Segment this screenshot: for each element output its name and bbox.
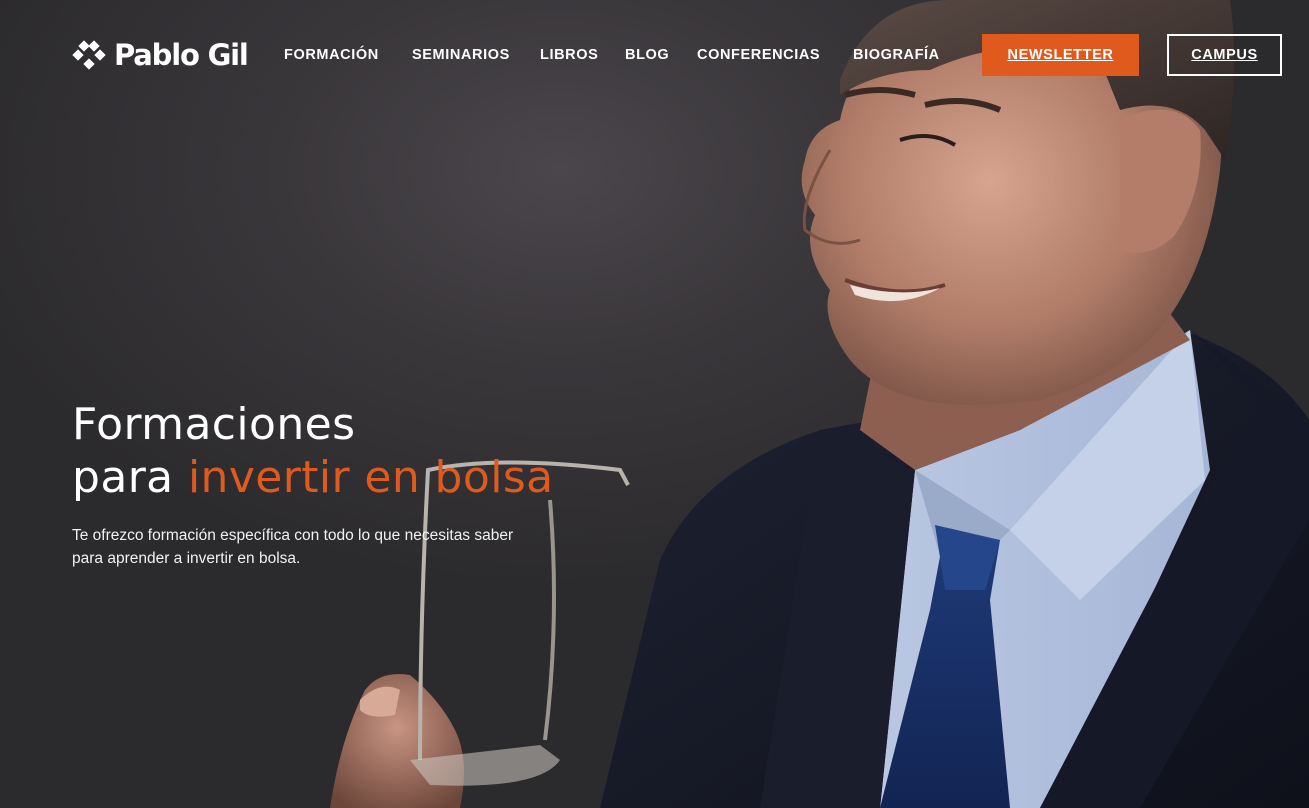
headline-accent: invertir en bolsa [187, 452, 554, 503]
main-nav: FORMACIÓN SEMINARIOS LIBROS BLOG CONFERE… [284, 44, 963, 66]
brand-logo[interactable]: Pablo Gil [72, 38, 249, 72]
brand-name: Pablo Gil [114, 38, 249, 72]
subtitle-line-1: Te ofrezco formación específica con todo… [72, 527, 514, 544]
nav-item-conferencias[interactable]: CONFERENCIAS [697, 44, 853, 66]
newsletter-button[interactable]: NEWSLETTER [982, 34, 1139, 76]
hero-headline: Formaciones para invertir en bolsa [72, 398, 692, 504]
hero-section: Pablo Gil FORMACIÓN SEMINARIOS LIBROS BL… [0, 0, 1309, 808]
headline-line-2-prefix: para [72, 452, 188, 503]
campus-button[interactable]: CAMPUS [1167, 34, 1282, 76]
nav-item-blog[interactable]: BLOG [625, 44, 697, 66]
diamond-grid-icon [72, 40, 106, 70]
hero-subtitle: Te ofrezco formación específica con todo… [72, 524, 572, 570]
headline-line-1: Formaciones [72, 399, 356, 450]
nav-item-biografia[interactable]: BIOGRAFÍA [853, 44, 963, 66]
nav-item-seminarios[interactable]: SEMINARIOS [412, 44, 540, 66]
nav-item-formacion[interactable]: FORMACIÓN [284, 44, 412, 66]
subtitle-line-2: para aprender a invertir en bolsa. [72, 550, 301, 567]
nav-item-libros[interactable]: LIBROS [540, 44, 625, 66]
site-header: Pablo Gil FORMACIÓN SEMINARIOS LIBROS BL… [0, 0, 1309, 110]
